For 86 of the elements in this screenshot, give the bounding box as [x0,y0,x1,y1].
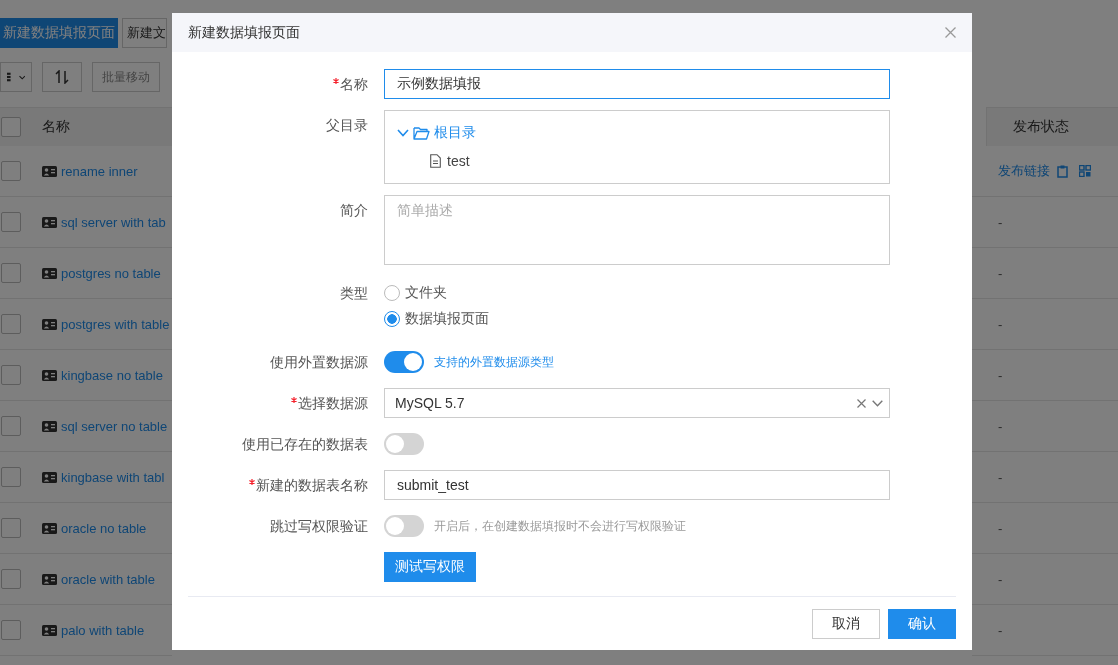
datasource-select[interactable]: MySQL 5.7 [384,388,890,418]
test-permission-button[interactable]: 测试写权限 [384,552,476,582]
form-card-icon [42,522,57,534]
dialog-button[interactable]: 确认 [888,608,956,639]
close-icon[interactable] [945,27,956,38]
checkbox[interactable] [1,117,21,137]
field-label: 选择数据源 [298,394,368,413]
item-link[interactable]: sql server with tab [61,214,166,230]
sort-icon [55,70,69,84]
item-link[interactable]: palo with table [61,622,145,638]
checkbox[interactable] [1,416,21,436]
field-label: 新建的数据表名称 [256,476,368,495]
status-text: - [998,622,1003,638]
chevron-icon [872,399,883,407]
form-card-icon [42,216,57,228]
field-label: 名称 [340,75,368,94]
checkbox[interactable] [1,467,21,487]
radio-label[interactable]: 文件夹 [405,284,447,302]
toggle-switch[interactable] [384,515,424,537]
status-text: - [998,265,1003,281]
item-link[interactable]: rename inner [61,163,138,179]
caret-icon [18,74,25,80]
item-link[interactable]: kingbase no table [61,367,163,383]
item-link[interactable]: postgres no table [61,265,161,281]
file-icon [430,154,441,168]
form-card-icon [42,624,57,636]
hint-text: 开启后，在创建数据填报时不会进行写权限验证 [434,517,686,535]
field-label: 使用外置数据源 [270,353,368,372]
list-icon [7,71,11,83]
form-card-icon [42,471,57,483]
tree-node[interactable]: 根目录 [434,124,476,142]
clipboard-icon[interactable] [1057,164,1068,178]
toggle-switch[interactable] [384,351,424,373]
form-card-icon [42,573,57,585]
view-toggle-button[interactable] [0,62,32,92]
radio-button[interactable] [384,311,400,327]
checkbox[interactable] [1,161,21,181]
column-header: 名称 [42,118,70,136]
form-card-icon [42,267,57,279]
status-text: - [998,214,1003,230]
checkbox[interactable] [1,263,21,283]
field-label: 使用已存在的数据表 [242,435,368,454]
checkbox[interactable] [1,212,21,232]
field-label: 类型 [340,284,368,303]
qr-code-icon[interactable] [1079,165,1091,177]
field-label: 简介 [340,201,368,220]
status-text: - [998,469,1003,485]
status-text: - [998,316,1003,332]
field-label: 跳过写权限验证 [270,517,368,536]
dialog-title: 新建数据填报页面 [188,23,300,42]
checkbox[interactable] [1,518,21,538]
form-card-icon [42,318,57,330]
publish-link[interactable]: 发布链接 [998,162,1050,180]
toolbar-button[interactable]: 新建数据填报页面 [0,18,118,48]
checkbox[interactable] [1,314,21,334]
checkbox[interactable] [1,620,21,640]
status-text: - [998,571,1003,587]
radio-label[interactable]: 数据填报页面 [405,310,489,328]
toggle-switch[interactable] [384,433,424,455]
form-card-icon [42,369,57,381]
status-text: - [998,520,1003,536]
form-card-icon [42,420,57,432]
item-link[interactable]: oracle no table [61,520,147,536]
status-text: - [998,418,1003,434]
input-field[interactable]: submit_test [384,470,890,500]
dialog-button[interactable]: 取消 [812,608,880,639]
help-link[interactable]: 支持的外置数据源类型 [434,353,554,371]
field-label: 父目录 [326,116,368,135]
input-field[interactable]: 示例数据填报 [384,69,890,99]
sort-button[interactable] [42,62,82,92]
toolbar-button[interactable]: 新建文 [122,18,167,48]
item-link[interactable]: postgres with table [61,316,170,332]
checkbox[interactable] [1,569,21,589]
column-header: 发布状态 [1013,118,1069,136]
description-field[interactable]: 简单描述 [384,195,890,265]
item-link[interactable]: oracle with table [61,571,155,587]
radio-button[interactable] [384,285,400,301]
tree-node[interactable]: test [447,153,470,169]
item-link[interactable]: kingbase with tabl [61,469,165,485]
item-link[interactable]: sql server no table [61,418,168,434]
chevron-icon[interactable] [397,129,409,137]
folder-icon [413,126,430,140]
clear-icon[interactable] [857,398,866,408]
checkbox[interactable] [1,365,21,385]
form-card-icon [42,165,57,177]
status-text: - [998,367,1003,383]
